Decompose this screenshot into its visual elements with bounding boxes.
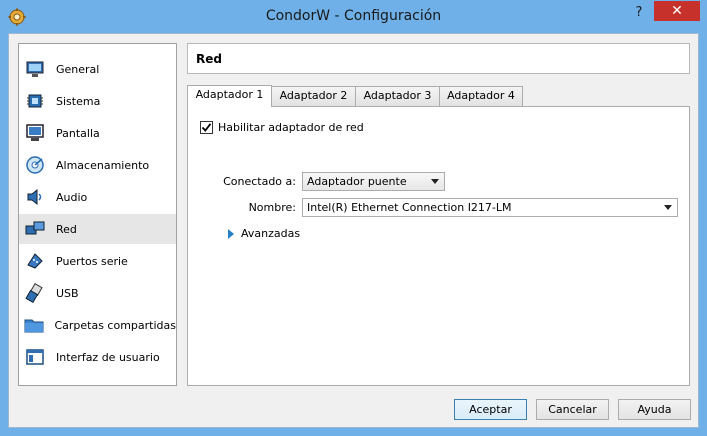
chevron-down-icon xyxy=(664,205,672,210)
sidebar-item-label: Red xyxy=(56,222,77,236)
sidebar-item-label: Interfaz de usuario xyxy=(56,350,160,364)
chevron-down-icon xyxy=(431,179,439,184)
help-button[interactable]: Ayuda xyxy=(618,399,691,420)
sidebar-item-interfaz-de-usuario[interactable]: Interfaz de usuario xyxy=(19,342,176,372)
tab-adaptador-4[interactable]: Adaptador 4 xyxy=(439,86,523,106)
ok-button[interactable]: Aceptar xyxy=(454,399,527,420)
attached-to-select[interactable]: Adaptador puente xyxy=(302,172,445,191)
sidebar-item-sistema[interactable]: Sistema xyxy=(19,86,176,116)
sidebar-item-audio[interactable]: Audio xyxy=(19,182,176,212)
sidebar-item-label: General xyxy=(56,62,100,76)
sidebar-item-carpetas-compartidas[interactable]: Carpetas compartidas xyxy=(19,310,176,340)
sidebar-item-label: Carpetas compartidas xyxy=(54,318,176,332)
advanced-label: Avanzadas xyxy=(241,227,301,240)
close-button[interactable]: ✕ xyxy=(654,1,700,21)
settings-sidebar: General Sistema Pantalla Almacenamiento xyxy=(18,43,177,386)
serial-port-icon xyxy=(24,250,46,272)
page-title: Red xyxy=(196,52,222,66)
enable-adapter-checkbox[interactable]: Habilitar adaptador de red xyxy=(200,121,364,134)
sidebar-item-label: Audio xyxy=(56,190,88,204)
speaker-icon xyxy=(24,186,46,208)
sidebar-item-red[interactable]: Red xyxy=(19,214,176,244)
window-title: CondorW - Configuración xyxy=(265,8,442,24)
adapter-name-select[interactable]: Intel(R) Ethernet Connection I217-LM xyxy=(302,198,678,217)
checkbox-box[interactable] xyxy=(200,121,213,134)
sidebar-item-label: USB xyxy=(56,286,79,300)
section-header: Red xyxy=(187,43,690,74)
sidebar-item-usb[interactable]: USB xyxy=(19,278,176,308)
sidebar-item-almacenamiento[interactable]: Almacenamiento xyxy=(19,150,176,180)
tab-adaptador-3[interactable]: Adaptador 3 xyxy=(355,86,440,106)
name-label: Nombre: xyxy=(248,201,296,214)
settings-window: CondorW - Configuración ? ✕ General Sist… xyxy=(0,0,707,436)
chip-icon xyxy=(24,90,46,112)
folder-icon xyxy=(24,314,44,336)
tab-adaptador-2[interactable]: Adaptador 2 xyxy=(271,86,356,106)
cancel-button[interactable]: Cancelar xyxy=(536,399,609,420)
display-icon xyxy=(24,122,46,144)
sidebar-item-label: Almacenamiento xyxy=(56,158,150,172)
adapter-panel: Habilitar adaptador de red Conectado a: … xyxy=(187,106,690,386)
advanced-toggle[interactable]: Avanzadas xyxy=(228,227,300,240)
help-title-button[interactable]: ? xyxy=(628,4,650,22)
expand-arrow-icon xyxy=(228,228,234,239)
attached-to-label: Conectado a: xyxy=(223,175,296,188)
sidebar-item-label: Sistema xyxy=(56,94,101,108)
enable-adapter-label: Habilitar adaptador de red xyxy=(218,121,364,134)
adapter-name-value: Intel(R) Ethernet Connection I217-LM xyxy=(307,201,512,214)
attached-to-value: Adaptador puente xyxy=(307,175,407,188)
sidebar-item-pantalla[interactable]: Pantalla xyxy=(19,118,176,148)
dialog-body: General Sistema Pantalla Almacenamiento xyxy=(8,33,699,428)
tab-adaptador-1[interactable]: Adaptador 1 xyxy=(187,85,272,107)
sidebar-item-puertos-serie[interactable]: Puertos serie xyxy=(19,246,176,276)
sidebar-item-label: Pantalla xyxy=(56,126,100,140)
sidebar-item-label: Puertos serie xyxy=(56,254,128,268)
monitor-general-icon xyxy=(24,58,46,80)
title-bar[interactable]: CondorW - Configuración ? ✕ xyxy=(0,0,707,34)
ui-window-icon xyxy=(24,346,46,368)
storage-icon xyxy=(24,154,46,176)
network-icon xyxy=(24,218,46,240)
usb-icon xyxy=(24,282,46,304)
sidebar-item-general[interactable]: General xyxy=(19,54,176,84)
